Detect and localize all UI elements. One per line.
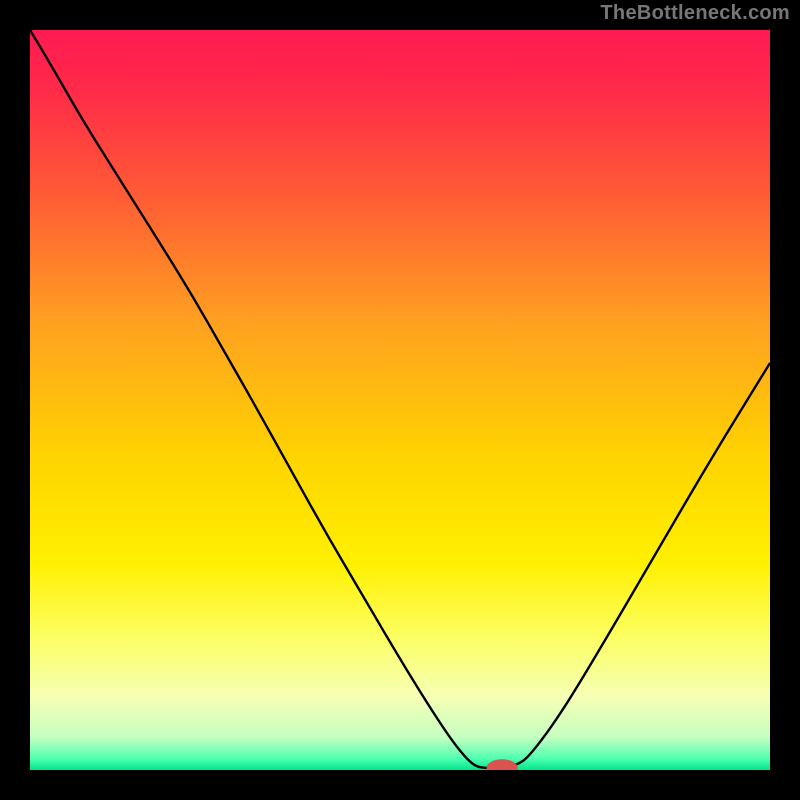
chart-frame: TheBottleneck.com [0, 0, 800, 800]
plot-area [30, 30, 770, 770]
watermark-text: TheBottleneck.com [600, 2, 790, 25]
chart-svg [30, 30, 770, 770]
